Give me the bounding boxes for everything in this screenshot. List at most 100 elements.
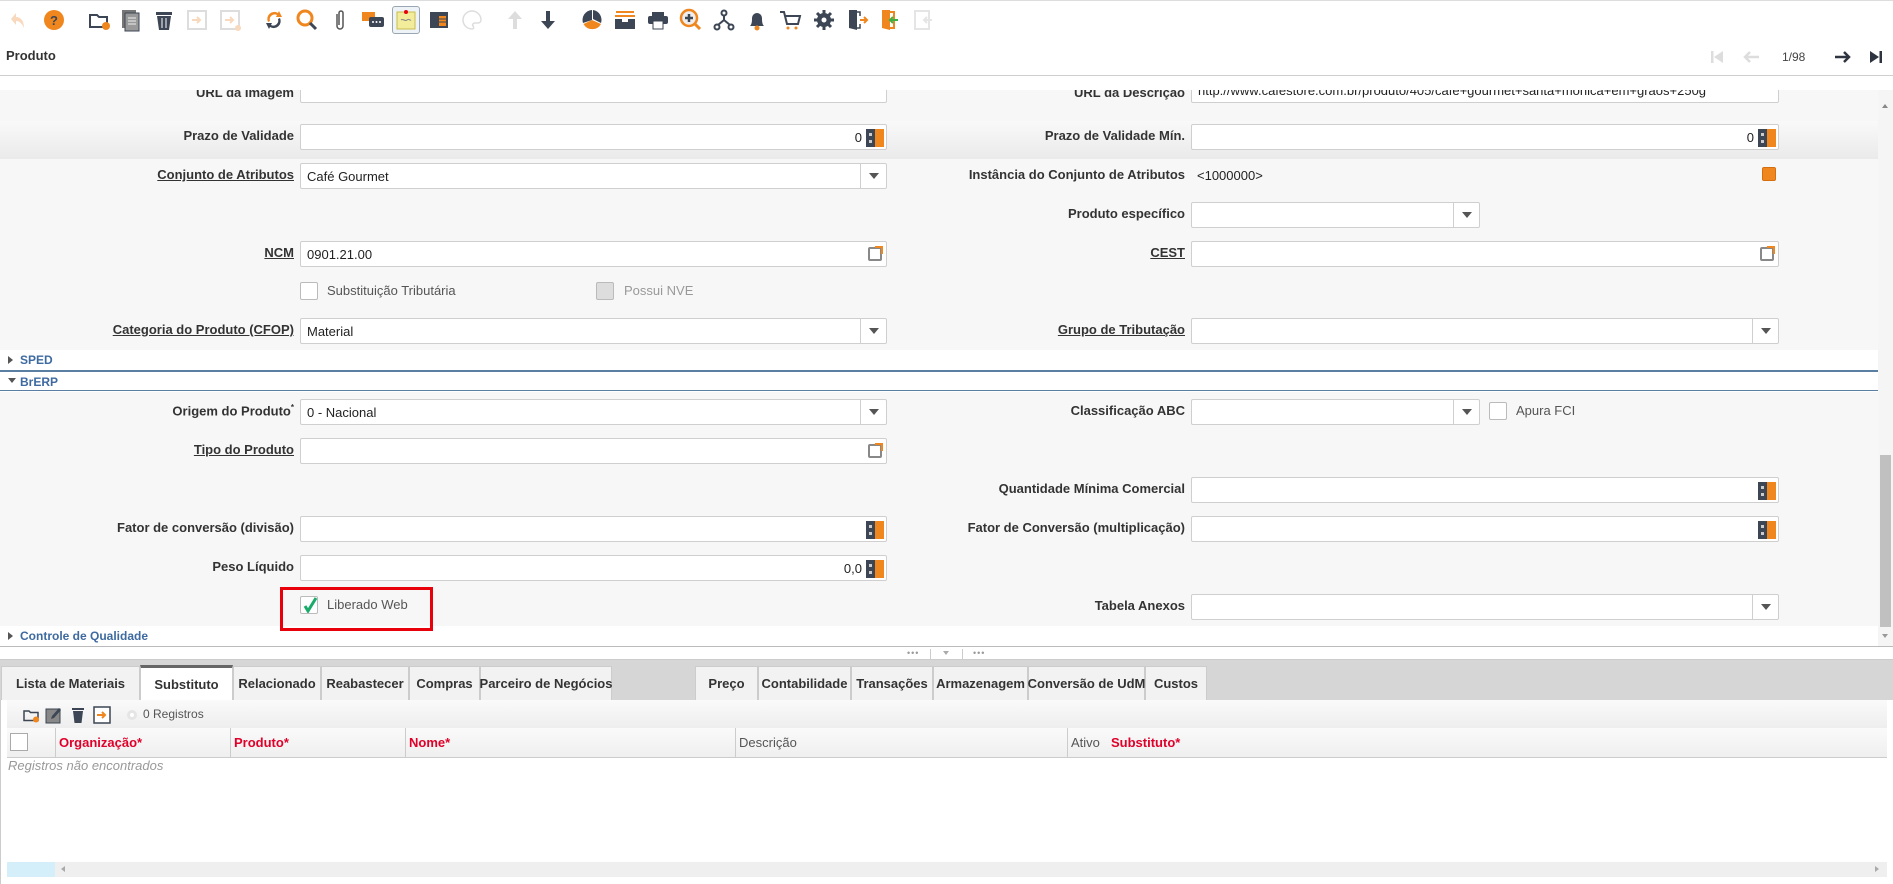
tab-transacoes[interactable]: Transações: [851, 666, 933, 700]
undo-icon[interactable]: [8, 6, 36, 34]
scroll-left-icon[interactable]: [61, 866, 65, 872]
possui-nve-checkbox[interactable]: [596, 282, 614, 300]
calculator-icon[interactable]: [1758, 521, 1776, 539]
ncm-label[interactable]: NCM: [264, 245, 294, 260]
column-substituto[interactable]: Substituto*: [1108, 728, 1887, 757]
save-icon[interactable]: [183, 6, 211, 34]
substituicao-tributaria-checkbox[interactable]: [300, 282, 318, 300]
categoria-produto-select[interactable]: Material: [300, 318, 887, 344]
tab-lista-materiais[interactable]: Lista de Materiais: [1, 666, 140, 700]
calculator-icon[interactable]: [866, 129, 884, 147]
categoria-produto-label[interactable]: Categoria do Produto (CFOP): [113, 322, 294, 337]
previous-record-button[interactable]: [1739, 45, 1763, 69]
collapse-panel-icon[interactable]: [943, 651, 949, 655]
chevron-down-icon[interactable]: [1752, 319, 1778, 343]
tab-reabastecer[interactable]: Reabastecer: [321, 666, 409, 700]
grid-horizontal-scrollbar[interactable]: [7, 862, 1887, 877]
process-icon[interactable]: [810, 6, 838, 34]
tab-preco[interactable]: Preço: [695, 666, 758, 700]
chevron-down-icon[interactable]: [1453, 400, 1479, 424]
postit-icon[interactable]: [392, 6, 420, 34]
next-record-button[interactable]: [1831, 45, 1855, 69]
fator-divisao-field[interactable]: [300, 516, 887, 542]
url-descricao-field[interactable]: http://www.cafestore.com.br/produto/405/…: [1191, 90, 1779, 103]
new-record-icon[interactable]: [22, 706, 40, 724]
attachment-icon[interactable]: [326, 6, 354, 34]
delete-icon[interactable]: [150, 6, 178, 34]
quantidade-minima-field[interactable]: [1191, 477, 1779, 503]
column-ativo[interactable]: Ativo: [1067, 728, 1108, 757]
external-link-icon[interactable]: [868, 246, 883, 261]
tabela-anexos-select[interactable]: [1191, 594, 1779, 620]
peso-liquido-field[interactable]: 0,0: [300, 555, 887, 581]
calculator-icon[interactable]: [1758, 482, 1776, 500]
last-record-button[interactable]: [1864, 45, 1888, 69]
select-all-checkbox[interactable]: [10, 733, 28, 751]
column-produto[interactable]: Produto*: [230, 728, 405, 757]
tipo-produto-label[interactable]: Tipo do Produto: [194, 442, 294, 457]
process-icon[interactable]: [125, 708, 139, 722]
new-record-icon[interactable]: [85, 6, 113, 34]
calculator-icon[interactable]: [866, 560, 884, 578]
scroll-down-icon[interactable]: [1882, 634, 1888, 638]
first-record-button[interactable]: [1705, 45, 1729, 69]
form-scrollbar[interactable]: [1878, 90, 1893, 646]
copy-record-icon[interactable]: [117, 6, 145, 34]
panel-splitter[interactable]: ••• •••: [0, 646, 1893, 660]
find-icon[interactable]: [293, 6, 321, 34]
chat-icon[interactable]: [359, 6, 387, 34]
tab-compras[interactable]: Compras: [409, 666, 480, 700]
scrollbar-thumb[interactable]: [1880, 455, 1891, 627]
archive-icon[interactable]: [611, 6, 639, 34]
save-new-icon[interactable]: [216, 6, 244, 34]
fator-multiplicacao-field[interactable]: [1191, 516, 1779, 542]
tab-armazenagem[interactable]: Armazenagem: [933, 666, 1028, 700]
column-descricao[interactable]: Descrição: [735, 728, 1067, 757]
origem-produto-select[interactable]: 0 - Nacional: [300, 399, 887, 425]
cest-label[interactable]: CEST: [1150, 245, 1185, 260]
grupo-tributacao-label[interactable]: Grupo de Tributação: [1058, 322, 1185, 337]
conjunto-atributos-select[interactable]: Café Gourmet: [300, 163, 887, 189]
scrollbar-thumb[interactable]: [7, 862, 55, 877]
prazo-validade-field[interactable]: 0: [300, 124, 887, 150]
chevron-down-icon[interactable]: [860, 400, 886, 424]
classificacao-abc-select[interactable]: [1191, 399, 1480, 425]
zoom-across-icon[interactable]: [677, 6, 705, 34]
grupo-tributacao-select[interactable]: [1191, 318, 1779, 344]
column-nome[interactable]: Nome*: [405, 728, 735, 757]
tab-parceiro-negocios[interactable]: Parceiro de Negócios: [480, 666, 612, 700]
tab-custos[interactable]: Custos: [1145, 666, 1207, 700]
conjunto-atributos-label[interactable]: Conjunto de Atributos: [157, 167, 294, 182]
cest-field[interactable]: [1191, 241, 1779, 267]
chevron-down-icon[interactable]: [860, 164, 886, 188]
detail-icon[interactable]: [534, 6, 562, 34]
ncm-field[interactable]: 0901.21.00: [300, 241, 887, 267]
delete-icon[interactable]: [69, 706, 87, 724]
scroll-up-icon[interactable]: [1882, 104, 1888, 108]
tab-relacionado[interactable]: Relacionado: [233, 666, 321, 700]
tipo-produto-field[interactable]: [300, 438, 887, 464]
chevron-down-icon[interactable]: [1752, 595, 1778, 619]
calculator-icon[interactable]: [1758, 129, 1776, 147]
apura-fci-checkbox[interactable]: [1489, 402, 1507, 420]
url-imagem-field[interactable]: [300, 90, 887, 103]
product-info-icon[interactable]: [776, 6, 804, 34]
help-icon[interactable]: ?: [40, 6, 68, 34]
print-icon[interactable]: [644, 6, 672, 34]
produto-especifico-select[interactable]: [1191, 202, 1480, 228]
import-icon[interactable]: [876, 6, 904, 34]
external-link-icon[interactable]: [1760, 246, 1775, 261]
section-brerp[interactable]: BrERP: [0, 372, 1878, 392]
edit-record-icon[interactable]: [45, 706, 63, 724]
refresh-icon[interactable]: [260, 6, 288, 34]
report-icon[interactable]: [578, 6, 606, 34]
close-icon[interactable]: [909, 6, 937, 34]
external-link-icon[interactable]: [868, 443, 883, 458]
tab-substituto[interactable]: Substituto: [140, 665, 233, 701]
save-icon[interactable]: [93, 706, 111, 724]
chevron-down-icon[interactable]: [1453, 203, 1479, 227]
section-sped[interactable]: SPED: [0, 350, 1878, 370]
chevron-down-icon[interactable]: [860, 319, 886, 343]
workflow-icon[interactable]: [710, 6, 738, 34]
attribute-instance-button[interactable]: [1762, 167, 1776, 181]
